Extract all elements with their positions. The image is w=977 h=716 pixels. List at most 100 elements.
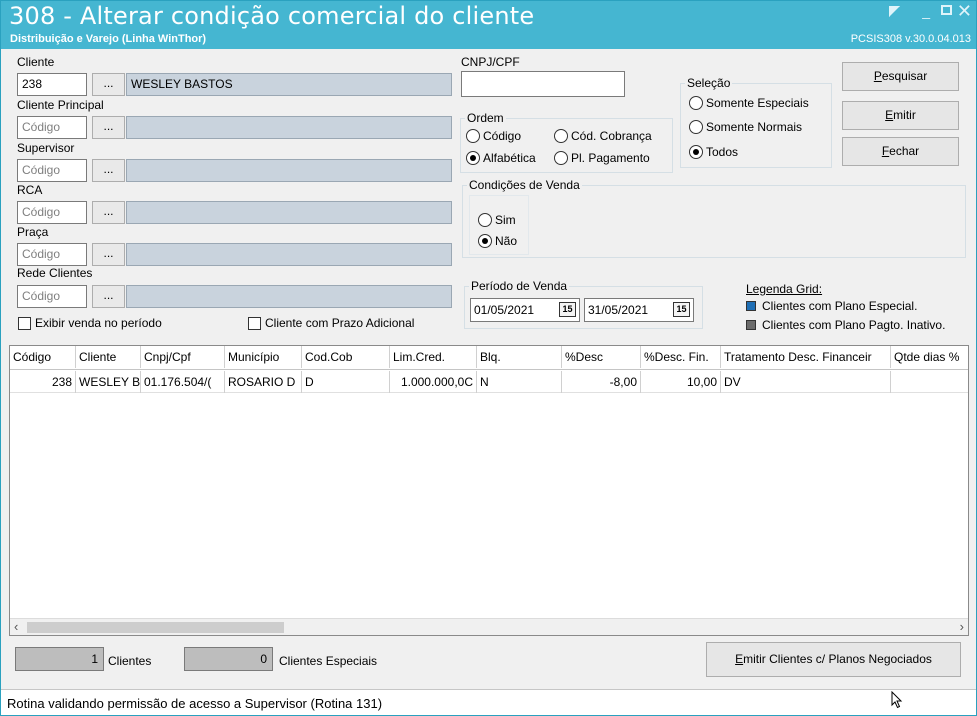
pesquisar-button[interactable]: Pesquisar [842,62,959,91]
praca-label: Praça [17,225,49,239]
cell-cliente[interactable]: WESLEY B [76,371,141,393]
cell-tratamento[interactable]: DV [721,371,891,393]
periodo-start-field[interactable]: 01/05/2021 15 [470,298,580,322]
maximize-icon[interactable] [941,5,952,15]
radio-dot[interactable] [478,213,492,227]
emitir-planos-button[interactable]: Emitir Clientes c/ Planos Negociados [706,642,961,677]
condicoes-group: Condições de Venda [462,178,966,258]
horizontal-scrollbar[interactable]: ‹ › [10,618,968,635]
periodo-start-value: 01/05/2021 [474,303,535,317]
col-header-desc[interactable]: %Desc [562,346,641,368]
exibir-venda-checkbox[interactable]: Exibir venda no período [18,316,162,330]
legend-label: Clientes com Plano Especial. [762,299,918,313]
ordem-codigo-radio[interactable]: Código [466,129,521,143]
supervisor-lookup-button[interactable]: ... [92,159,125,182]
exibir-venda-label: Exibir venda no período [35,316,162,330]
rca-label: RCA [17,183,43,197]
radio-dot[interactable] [689,145,703,159]
calendar-icon[interactable]: 15 [559,302,576,317]
radio-dot[interactable] [689,96,703,110]
rede-clientes-code-field[interactable]: Código [17,285,87,308]
cliente-lookup-button[interactable]: ... [92,73,125,96]
col-header-qtde-dias[interactable]: Qtde dias % [891,346,968,368]
cell-qtde-dias[interactable] [891,371,968,393]
praca-code-field[interactable]: Código [17,243,87,266]
radio-dot[interactable] [466,151,480,165]
rede-clientes-lookup-button[interactable]: ... [92,285,125,308]
col-header-municipio[interactable]: Município [225,346,302,368]
cell-cnpj[interactable]: 01.176.504/( [141,371,225,393]
col-header-limcred[interactable]: Lim.Cred. [390,346,477,368]
radio-dot[interactable] [466,129,480,143]
praca-lookup-button[interactable]: ... [92,243,125,266]
ordem-cod-cobranca-radio[interactable]: Cód. Cobrança [554,129,652,143]
button-text: esquisar [881,69,928,83]
clientes-grid[interactable]: Código Cliente Cnpj/Cpf Município Cod.Co… [9,345,969,636]
radio-dot[interactable] [478,234,492,248]
ordem-alfabetica-radio[interactable]: Alfabética [466,151,536,165]
cliente-principal-code-field[interactable]: Código [17,116,87,139]
checkbox-box[interactable] [248,316,261,330]
col-header-cnpj[interactable]: Cnpj/Cpf [141,346,225,368]
rede-clientes-name-field [126,285,452,308]
cell-blq[interactable]: N [477,371,562,393]
radio-dot[interactable] [554,129,568,143]
settings-icon[interactable] [889,6,900,17]
condicoes-sim-radio[interactable]: Sim [478,213,516,227]
rede-clientes-label: Rede Clientes [17,266,93,280]
rca-name-field [126,201,452,224]
minimize-icon[interactable]: _ [922,3,930,19]
col-header-codigo[interactable]: Código [10,346,76,368]
cell-codcob[interactable]: D [302,371,390,393]
selecao-todos-radio[interactable]: Todos [689,145,738,159]
scrollbar-thumb[interactable] [27,622,284,633]
selecao-normais-radio[interactable]: Somente Normais [689,120,802,134]
button-text: echar [889,144,920,158]
selecao-especiais-radio[interactable]: Somente Especiais [689,96,809,110]
legend-swatch [746,320,756,330]
cnpj-field[interactable] [461,71,625,97]
col-header-tratamento[interactable]: Tratamento Desc. Financeir [721,346,891,368]
col-header-descfin[interactable]: %Desc. Fin. [641,346,721,368]
scroll-right-icon[interactable]: › [960,619,964,634]
col-header-cliente[interactable]: Cliente [76,346,141,368]
supervisor-name-field [126,159,452,182]
legend-item-especial: Clientes com Plano Especial. [746,299,917,313]
col-header-codcob[interactable]: Cod.Cob [302,346,390,368]
rca-code-field[interactable]: Código [17,201,87,224]
legend-item-inativo: Clientes com Plano Pagto. Inativo. [746,318,945,332]
close-icon[interactable]: ✕ [957,1,972,22]
cell-limcred[interactable]: 1.000.000,0C [390,371,477,393]
cliente-code-field[interactable]: 238 [17,73,87,96]
checkbox-box[interactable] [18,316,31,330]
version-label: PCSIS308 v.30.0.04.013 [850,33,971,45]
calendar-icon[interactable]: 15 [673,302,690,317]
ordem-pl-pagamento-radio[interactable]: Pl. Pagamento [554,151,650,165]
fechar-button[interactable]: Fechar [842,137,959,166]
especiais-count: 0 [184,647,273,671]
periodo-end-field[interactable]: 31/05/2021 15 [584,298,694,322]
radio-dot[interactable] [554,151,568,165]
window-subtitle: Distribuição e Varejo (Linha WinThor) [10,33,207,45]
button-text: mitir Clientes c/ Planos Negociados [743,652,932,666]
scroll-left-icon[interactable]: ‹ [14,619,18,634]
radio-dot[interactable] [689,120,703,134]
table-row[interactable]: 238 WESLEY B 01.176.504/( ROSARIO D D 1.… [10,371,968,393]
condicoes-title: Condições de Venda [467,178,582,192]
radio-label: Pl. Pagamento [571,151,650,165]
emitir-button[interactable]: Emitir [842,101,959,130]
prazo-adicional-checkbox[interactable]: Cliente com Prazo Adicional [248,316,414,330]
radio-label: Código [483,129,522,143]
cliente-label: Cliente [17,55,55,69]
supervisor-code-field[interactable]: Código [17,159,87,182]
cell-municipio[interactable]: ROSARIO D [225,371,302,393]
cell-descfin[interactable]: 10,00 [641,371,721,393]
condicoes-nao-radio[interactable]: Não [478,234,517,248]
clientes-count-label: Clientes [108,654,152,668]
cell-codigo[interactable]: 238 [10,371,76,393]
cliente-principal-lookup-button[interactable]: ... [92,116,125,139]
radio-label: Não [495,234,518,248]
col-header-blq[interactable]: Blq. [477,346,562,368]
rca-lookup-button[interactable]: ... [92,201,125,224]
cell-desc[interactable]: -8,00 [562,371,641,393]
